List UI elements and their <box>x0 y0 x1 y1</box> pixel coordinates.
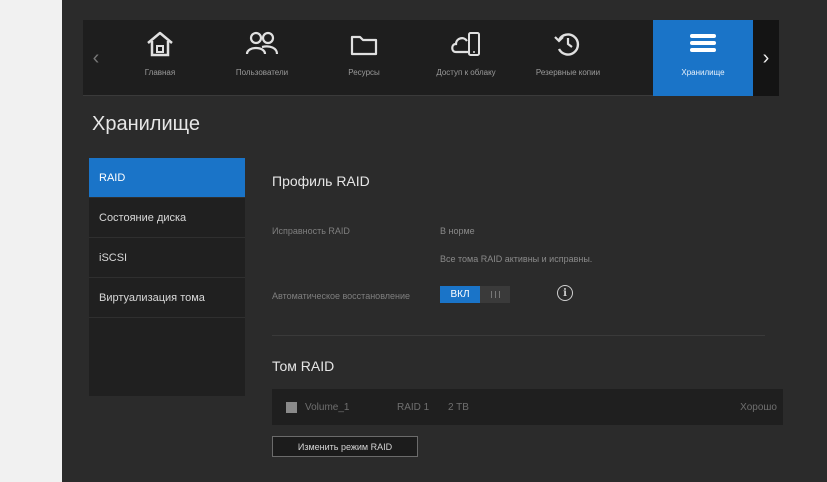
cloud-device-icon <box>451 32 480 56</box>
table-row[interactable]: Volume_1 RAID 1 2 TB Хорошо <box>272 389 783 425</box>
storage-sidebar: RAID Состояние диска iSCSI Виртуализация… <box>89 158 245 396</box>
users-icon <box>245 31 279 55</box>
nav-item-shares[interactable]: Ресурсы <box>313 20 415 96</box>
raid-profile-title: Профиль RAID <box>272 173 370 189</box>
top-navigation-bar: ‹ Главная Пользователи Ресурсы Доступ к <box>83 20 779 96</box>
volume-raid-cell: RAID 1 <box>397 401 430 413</box>
auto-rebuild-toggle[interactable]: ВКЛ <box>440 286 510 303</box>
raid-volume-title: Том RAID <box>272 358 335 374</box>
auto-rebuild-label: Автоматическое восстановление <box>272 291 411 301</box>
nav-label-shares: Ресурсы <box>348 68 380 77</box>
backup-history-icon <box>554 33 580 56</box>
change-raid-mode-button[interactable]: Изменить режим RAID <box>272 436 418 457</box>
sidebar-item-volume-virtualization[interactable]: Виртуализация тома <box>89 278 245 318</box>
sidebar-item-iscsi[interactable]: iSCSI <box>89 238 245 278</box>
toggle-on-label: ВКЛ <box>440 286 480 303</box>
home-icon <box>147 31 173 57</box>
nav-item-home[interactable]: Главная <box>109 20 211 96</box>
raid-health-detail: Все тома RAID активны и исправны. <box>440 254 593 264</box>
volume-size-cell: 2 TB <box>448 401 469 413</box>
sidebar-item-raid[interactable]: RAID <box>89 158 245 198</box>
disk-icon <box>286 401 297 413</box>
nav-label-storage: Хранилище <box>681 68 725 77</box>
sidebar-item-disk-status[interactable]: Состояние диска <box>89 198 245 238</box>
folder-icon <box>350 35 378 56</box>
chevron-right-icon: › <box>762 46 770 69</box>
raid-health-label: Исправность RAID <box>272 226 350 236</box>
nav-item-storage[interactable]: Хранилище <box>653 20 753 96</box>
nav-label-cloud-access: Доступ к облаку <box>436 68 496 77</box>
nav-scroll-left-button[interactable]: ‹ <box>83 20 109 96</box>
chevron-left-icon: ‹ <box>92 46 100 69</box>
nav-item-users[interactable]: Пользователи <box>211 20 313 96</box>
volume-name-cell: Volume_1 <box>305 401 350 413</box>
section-divider <box>272 335 765 336</box>
nav-label-users: Пользователи <box>235 68 289 77</box>
storage-icon <box>690 34 716 52</box>
toggle-grip-icon <box>480 286 510 303</box>
nav-label-backups: Резервные копии <box>535 68 601 77</box>
volume-status-cell: Хорошо <box>740 401 777 413</box>
page-title: Хранилище <box>92 113 200 135</box>
nav-item-backups[interactable]: Резервные копии <box>517 20 619 96</box>
nav-scroll-right-button[interactable]: › <box>753 20 779 96</box>
nav-item-cloud-access[interactable]: Доступ к облаку <box>415 20 517 96</box>
nav-label-home: Главная <box>144 68 176 77</box>
info-icon[interactable]: i <box>557 285 573 301</box>
raid-health-value: В норме <box>440 226 475 236</box>
